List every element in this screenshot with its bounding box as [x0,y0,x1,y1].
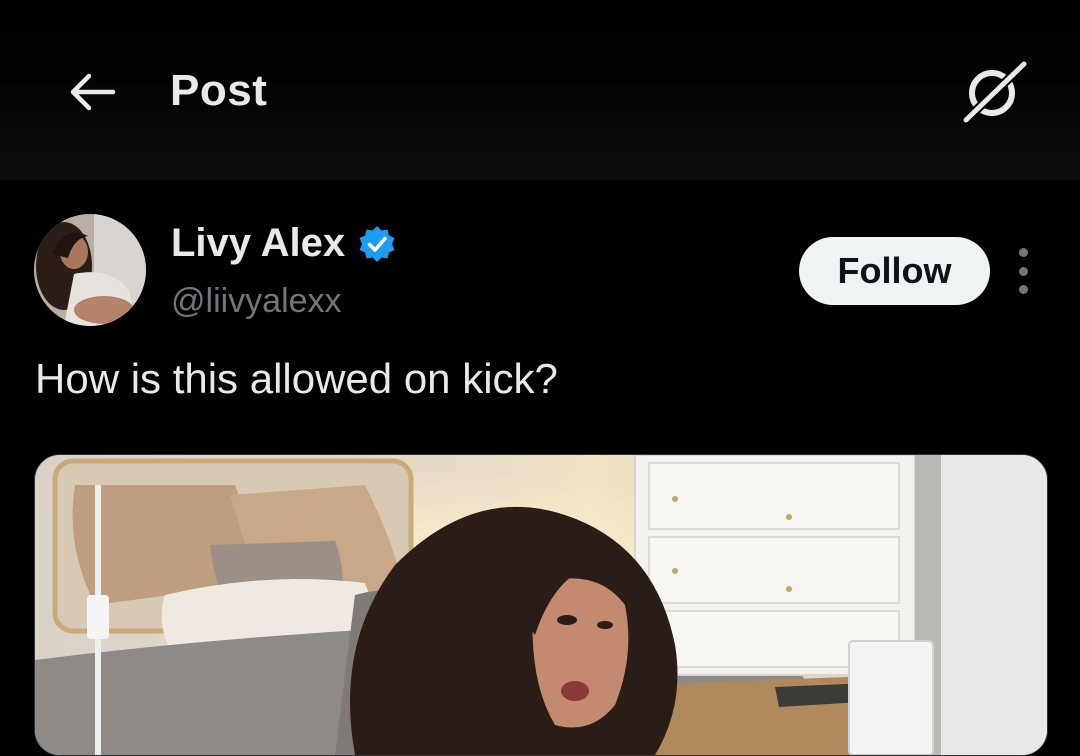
follow-button[interactable]: Follow [799,237,990,305]
top-app-bar: Post [0,0,1080,180]
more-vertical-icon-dot [1018,266,1028,276]
back-button[interactable] [58,64,124,120]
avatar[interactable] [34,214,146,326]
author-handle[interactable]: @liivyalexx [171,282,342,321]
page-title: Post [170,66,268,115]
more-vertical-icon-dot [1018,285,1028,294]
avatar-image [34,214,146,326]
verified-badge-icon[interactable] [357,224,397,264]
more-options-button[interactable] [1008,248,1038,294]
post-media-image[interactable] [34,454,1048,756]
more-vertical-icon [1018,248,1028,257]
media-image [35,455,1047,755]
arrow-left-icon [70,73,116,111]
post-text: How is this allowed on kick? [35,355,558,402]
grok-icon [961,59,1028,124]
grok-button[interactable] [955,56,1031,126]
author-name[interactable]: Livy Alex [171,221,345,266]
